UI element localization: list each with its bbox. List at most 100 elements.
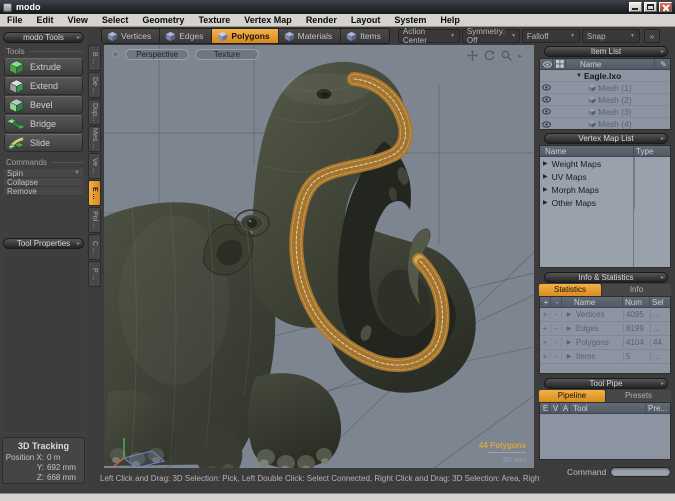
item-row-mesh[interactable]: Mesh (1) — [540, 82, 670, 94]
tab-edge[interactable]: E ... — [88, 180, 101, 206]
mode-vertices-button[interactable]: Vertices — [102, 29, 160, 43]
expand-arrow-icon[interactable]: ▶ — [543, 173, 548, 180]
item-list-header[interactable]: Item List ▸ — [544, 46, 668, 57]
item-row-mesh[interactable]: Mesh (4) — [540, 118, 670, 130]
pan-icon[interactable] — [467, 50, 478, 61]
mode-items-button[interactable]: Items — [341, 29, 389, 43]
hippo-model-scene[interactable] — [104, 45, 534, 468]
slide-tool-button[interactable]: Slide — [4, 134, 83, 152]
flyout-arrow-icon[interactable]: ▸ — [518, 52, 522, 60]
bevel-tool-button[interactable]: Bevel — [4, 96, 83, 114]
expand-arrow-icon[interactable]: ▶ — [543, 199, 548, 206]
expand-arrow-icon[interactable]: ▶ — [562, 311, 576, 318]
eye-icon[interactable] — [540, 108, 553, 115]
item-row-root[interactable]: ▼ Eagle.lxo — [540, 70, 670, 82]
item-row-mesh[interactable]: Mesh (3) — [540, 106, 670, 118]
tab-deform[interactable]: De ... — [88, 72, 101, 98]
toolbar-overflow-button[interactable]: » — [644, 29, 660, 43]
collapse-minus-button[interactable]: - — [551, 352, 562, 361]
minimize-button[interactable] — [629, 2, 642, 12]
tab-paint[interactable]: P ... — [88, 261, 101, 287]
lock-column-icon[interactable]: ✎ — [655, 59, 670, 69]
expand-plus-button[interactable]: + — [540, 338, 551, 347]
expand-arrow-icon[interactable]: ▶ — [562, 339, 576, 346]
vertex-map-list-header[interactable]: Vertex Map List ▸ — [544, 133, 668, 144]
tool-pipe-header[interactable]: Tool Pipe ▸ — [544, 378, 668, 389]
tab-statistics[interactable]: Statistics — [539, 284, 601, 296]
stat-row-polygons[interactable]: + - ▶ Polygons 4104 44 — [540, 336, 670, 350]
tab-polygon[interactable]: Pol ... — [88, 207, 101, 233]
item-type-column-icon[interactable] — [553, 59, 566, 69]
menu-help[interactable]: Help — [433, 15, 467, 25]
falloff-dropdown[interactable]: Falloff ▼ — [522, 29, 580, 43]
menu-view[interactable]: View — [61, 15, 95, 25]
menu-texture[interactable]: Texture — [191, 15, 237, 25]
snap-dropdown[interactable]: Snap ▼ — [582, 29, 640, 43]
menu-file[interactable]: File — [0, 15, 30, 25]
mode-polygons-button[interactable]: Polygons — [212, 29, 278, 43]
viewport-3d[interactable]: Perspective Texture ▸ — [104, 45, 534, 468]
vertex-map-row[interactable]: ▶ Morph Maps — [540, 183, 670, 196]
expand-arrow-icon[interactable]: ▼ — [576, 73, 582, 79]
item-row-mesh[interactable]: Mesh (2) — [540, 94, 670, 106]
symmetry-dropdown[interactable]: Symmetry: Off ▼ — [462, 29, 520, 43]
extend-tool-button[interactable]: Extend — [4, 77, 83, 95]
tab-duplicate[interactable]: Dup... — [88, 99, 101, 125]
menu-geometry[interactable]: Geometry — [135, 15, 191, 25]
eye-icon[interactable] — [540, 96, 553, 103]
expand-arrow-icon[interactable]: ▶ — [543, 186, 548, 193]
expand-plus-button[interactable]: + — [540, 324, 551, 333]
vertex-map-row[interactable]: ▶ Other Maps — [540, 196, 670, 209]
tab-curves[interactable]: C ... — [88, 234, 101, 260]
orbit-icon[interactable] — [484, 50, 495, 61]
tab-mesh-edit[interactable]: Mes ... — [88, 126, 101, 152]
tab-basic[interactable]: B ... — [88, 45, 101, 71]
stat-row-vertices[interactable]: + - ▶ Vertices 4095 ... — [540, 308, 670, 322]
type-column-header[interactable]: Type — [634, 146, 670, 156]
expand-arrow-icon[interactable]: ▶ — [543, 160, 548, 167]
collapse-minus-button[interactable]: - — [551, 310, 562, 319]
viewport-menu-circle[interactable] — [112, 51, 119, 58]
expand-arrow-icon[interactable]: ▶ — [562, 325, 576, 332]
collapse-minus-button[interactable]: - — [551, 324, 562, 333]
tab-info[interactable]: Info — [602, 284, 671, 296]
remove-command[interactable]: Remove — [4, 187, 83, 196]
tab-perspective[interactable]: Perspective — [125, 49, 189, 60]
name-column-header[interactable]: Name — [566, 59, 655, 69]
expand-plus-button[interactable]: + — [540, 310, 551, 319]
menu-layout[interactable]: Layout — [344, 15, 388, 25]
tool-properties-header[interactable]: Tool Properties ▸ — [3, 238, 84, 249]
close-button[interactable] — [659, 2, 672, 12]
menu-render[interactable]: Render — [299, 15, 344, 25]
collapse-minus-button[interactable]: - — [551, 338, 562, 347]
tab-presets[interactable]: Presets — [606, 390, 671, 402]
expand-plus-button[interactable]: + — [540, 352, 551, 361]
mode-edges-button[interactable]: Edges — [160, 29, 212, 43]
vertex-map-row[interactable]: ▶ UV Maps — [540, 170, 670, 183]
info-statistics-header[interactable]: Info & Statistics ▸ — [544, 272, 668, 283]
title-bar[interactable]: modo — [0, 0, 675, 14]
tab-pipeline[interactable]: Pipeline — [539, 390, 605, 402]
vertex-map-row[interactable]: ▶ Weight Maps — [540, 157, 670, 170]
zoom-icon[interactable] — [501, 50, 512, 61]
menu-select[interactable]: Select — [95, 15, 136, 25]
eye-icon[interactable] — [540, 84, 553, 91]
menu-edit[interactable]: Edit — [30, 15, 61, 25]
modo-tools-header[interactable]: modo Tools ▸ — [3, 32, 84, 43]
bridge-tool-button[interactable]: Bridge — [4, 115, 83, 133]
mode-materials-button[interactable]: Materials — [279, 29, 341, 43]
stat-row-edges[interactable]: + - ▶ Edges 8199 ... — [540, 322, 670, 336]
menu-vertex-map[interactable]: Vertex Map — [237, 15, 299, 25]
expand-arrow-icon[interactable]: ▶ — [562, 353, 576, 360]
tab-texture[interactable]: Texture — [195, 49, 259, 60]
eye-icon[interactable] — [540, 121, 553, 128]
tab-vertex[interactable]: Ve ... — [88, 153, 101, 179]
stat-row-items[interactable]: + - ▶ Items 5 ... — [540, 350, 670, 364]
extrude-tool-button[interactable]: Extrude — [4, 58, 83, 76]
name-column-header[interactable]: Name — [540, 146, 634, 156]
visibility-column-icon[interactable] — [540, 59, 553, 69]
command-input[interactable] — [610, 467, 671, 477]
action-center-dropdown[interactable]: Action Center ▼ — [398, 29, 460, 43]
hippo-model[interactable] — [104, 62, 476, 468]
maximize-button[interactable] — [644, 2, 657, 12]
